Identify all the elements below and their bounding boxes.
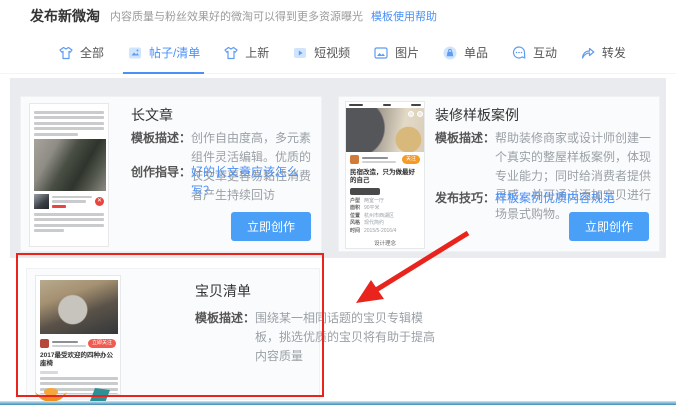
text-line — [34, 133, 78, 136]
tag-badge — [350, 188, 380, 195]
guide-label: 创作指导： — [131, 163, 191, 201]
video-play-icon — [292, 45, 308, 61]
category-tabbar: 全部 帖子/清单 上新 短视频 图片 单品 — [0, 32, 676, 74]
window-bottom-edge — [0, 401, 676, 405]
tab-label: 互动 — [533, 44, 557, 61]
prop-label: 面积 — [350, 205, 364, 213]
card-title: 长文章 — [131, 105, 173, 125]
author-name — [52, 339, 88, 349]
template-card-long-article: ✕ 长文章 模板描述： 创作自由度高，多元素组件灵活编辑。优质的长文章更容易黏住… — [20, 96, 322, 252]
description-label: 模板描述： — [195, 309, 255, 366]
product-card: ✕ — [34, 194, 104, 210]
tab-new-arrivals[interactable]: 上新 — [223, 32, 269, 74]
text-line — [34, 224, 104, 227]
house-properties: 户型两室一厅 面积90平米 位置杭州市西湖区 风格现代简约 时间2015/5-2… — [346, 197, 424, 237]
create-now-button[interactable]: 立即创作 — [569, 212, 649, 241]
tab-posts-lists[interactable]: 帖子/清单 — [127, 32, 200, 74]
preview-title: 2017最受欢迎的四种办公座椅 — [40, 351, 116, 369]
description-text: 围绕某一相同话题的宝贝专辑模板，挑选优质的宝贝将有助于提高内容质量 — [255, 309, 445, 366]
prop-label: 位置 — [350, 213, 364, 221]
author-row: 立即关注 — [40, 337, 116, 351]
text-line — [34, 111, 104, 114]
product-list-preview: 立即关注 2017最受欢迎的四种办公座椅 — [35, 275, 121, 395]
long-article-preview: ✕ — [29, 103, 109, 247]
chair-photo — [40, 280, 118, 334]
product-image — [34, 194, 49, 209]
tab-label: 上新 — [245, 44, 269, 61]
follow-button[interactable]: 立即关注 — [88, 339, 116, 348]
picture-list-icon — [127, 45, 143, 61]
price-text — [52, 205, 66, 208]
text-line — [34, 213, 104, 216]
template-card-decoration-case: 关注 民宿改造，只为做最好的自己 户型两室一厅 面积90平米 位置杭州市西湖区 … — [338, 96, 660, 252]
prop-value: 现代简约 — [364, 220, 384, 228]
tab-forward[interactable]: 转发 — [580, 32, 626, 74]
tab-label: 短视频 — [314, 44, 350, 61]
description-label: 模板描述： — [435, 129, 495, 224]
tab-label: 帖子/清单 — [149, 44, 200, 61]
text-line — [34, 218, 104, 221]
decoration-case-preview: 关注 民宿改造，只为做最好的自己 户型两室一厅 面积90平米 位置杭州市西湖区 … — [345, 101, 425, 249]
preview-title: 民宿改造，只为做最好的自己 — [346, 168, 424, 186]
creation-guide: 创作指导： 好的长文章应该怎么写？ — [131, 163, 317, 201]
text-line — [34, 229, 64, 232]
prop-label: 时间 — [350, 228, 364, 236]
text-line — [52, 196, 92, 199]
tab-interaction[interactable]: 互动 — [511, 32, 557, 74]
tips-label: 发布技巧： — [435, 189, 495, 208]
avatar — [350, 155, 359, 164]
picture-icon — [373, 45, 389, 61]
card-title: 装修样板案例 — [435, 105, 519, 125]
follow-button[interactable]: 关注 — [402, 155, 420, 164]
delete-icon: ✕ — [95, 197, 104, 206]
prop-value: 两室一厅 — [364, 198, 384, 206]
text-line — [34, 122, 104, 125]
prop-value: 90平米 — [364, 205, 380, 213]
divider — [381, 248, 389, 249]
template-help-link[interactable]: 模板使用帮助 — [371, 8, 437, 24]
more-circle-icon — [417, 111, 423, 117]
tab-single-item[interactable]: 单品 — [442, 32, 488, 74]
section-heading: 设计理念 — [346, 239, 424, 247]
avatar — [40, 339, 49, 348]
prop-label: 风格 — [350, 220, 364, 228]
text-line — [34, 127, 104, 130]
shirt-icon — [58, 45, 74, 61]
tips-link[interactable]: 样板案例优质内容规范 — [495, 189, 615, 208]
tab-label: 图片 — [395, 44, 419, 61]
tab-pictures[interactable]: 图片 — [373, 32, 419, 74]
text-line — [34, 116, 104, 119]
author-name — [362, 155, 402, 165]
product-bag-icon — [442, 45, 458, 61]
tab-all[interactable]: 全部 — [58, 32, 104, 74]
tab-label: 单品 — [464, 44, 488, 61]
shirt-new-icon — [223, 45, 239, 61]
article-photo — [34, 139, 106, 191]
template-card-product-list: 立即关注 2017最受欢迎的四种办公座椅 宝贝清单 模板描述： 围绕某一相同话题… — [26, 268, 320, 400]
publish-tips: 发布技巧： 样板案例优质内容规范 — [435, 189, 655, 208]
share-arrow-icon — [580, 45, 596, 61]
prop-label: 户型 — [350, 198, 364, 206]
text-line — [52, 200, 86, 203]
weitao-publish-page: 发布新微淘 内容质量与粉丝效果好的微淘可以得到更多资源曝光 模板使用帮助 全部 … — [0, 0, 676, 408]
prop-value: 杭州市西湖区 — [364, 213, 394, 221]
active-tab-underline — [123, 72, 204, 74]
author-row: 关注 — [346, 152, 424, 168]
tab-label: 转发 — [602, 44, 626, 61]
create-now-button[interactable]: 立即创作 — [231, 212, 311, 241]
tab-label: 全部 — [80, 44, 104, 61]
template-description: 模板描述： 帮助装修商家或设计师创建一个真实的整屋样板案例，体现专业能力；同时给… — [435, 129, 655, 224]
page-subtitle: 内容质量与粉丝效果好的微淘可以得到更多资源曝光 — [110, 8, 363, 24]
share-circle-icon — [408, 111, 414, 117]
chat-icon — [511, 45, 527, 61]
prop-value: 2015/5-2016/4 — [364, 228, 396, 236]
template-description: 模板描述： 围绕某一相同话题的宝贝专辑模板，挑选优质的宝贝将有助于提高内容质量 — [195, 309, 445, 366]
page-title: 发布新微淘 — [30, 6, 100, 26]
tab-short-video[interactable]: 短视频 — [292, 32, 350, 74]
guide-link[interactable]: 好的长文章应该怎么写？ — [191, 163, 317, 201]
room-photo — [346, 108, 425, 152]
card-title: 宝贝清单 — [195, 281, 251, 301]
description-text: 帮助装修商家或设计师创建一个真实的整屋样板案例，体现专业能力；同时给消费者提供灵… — [495, 129, 655, 224]
page-header: 发布新微淘 内容质量与粉丝效果好的微淘可以得到更多资源曝光 模板使用帮助 — [0, 0, 676, 32]
